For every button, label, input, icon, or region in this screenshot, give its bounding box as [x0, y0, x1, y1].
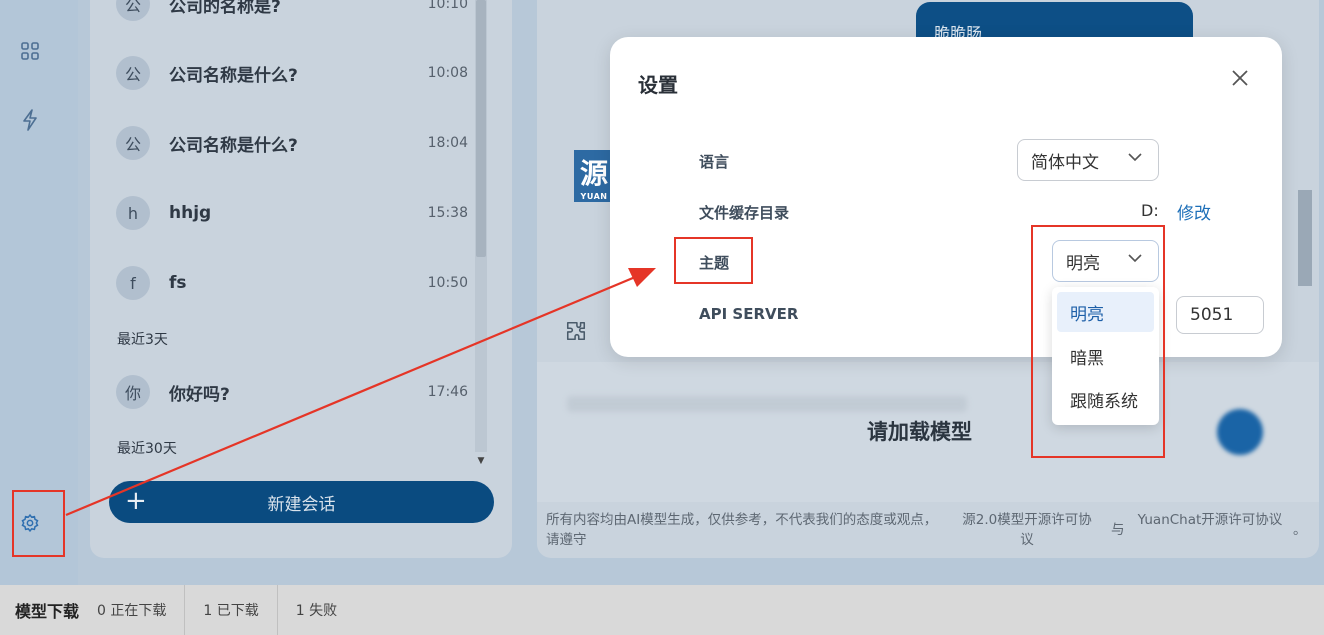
conversation-time: 10:50: [427, 275, 468, 291]
conversation-list-panel: 公 公司的名称是? 10:10 公 公司名称是什么? 10:08 公 公司名称是…: [90, 0, 512, 558]
language-label: 语言: [699, 153, 730, 171]
list-item[interactable]: 公 公司名称是什么? 10:08: [116, 53, 468, 93]
footer-and: 与: [1111, 522, 1125, 538]
conversation-title: 公司名称是什么?: [169, 65, 298, 86]
download-status-bar: 模型下载 0 正在下载 1 已下载 1 失败: [0, 585, 1324, 635]
group-label-recent-30-days: 最近30天: [117, 441, 177, 457]
conversation-time: 15:38: [427, 205, 468, 221]
avatar: f: [116, 266, 150, 300]
failed-count[interactable]: 1 失败: [276, 585, 355, 635]
conversation-title: 公司的名称是?: [169, 0, 281, 17]
annotation-box-theme-dropdown: [1031, 225, 1165, 458]
group-label-recent-3-days: 最近3天: [117, 332, 168, 348]
yuan-logo: 源 YUAN: [574, 150, 614, 202]
plus-icon: +: [125, 486, 147, 516]
avatar: 公: [116, 56, 150, 90]
list-item[interactable]: h hhjg 15:38: [116, 193, 468, 233]
downloading-count[interactable]: 0 正在下载: [97, 585, 184, 635]
close-icon[interactable]: [1228, 67, 1252, 91]
avatar: 你: [116, 375, 150, 409]
logo-char: 源: [579, 156, 608, 190]
annotation-box-settings: [12, 490, 65, 557]
list-item[interactable]: 公 公司的名称是? 10:10: [116, 0, 468, 24]
language-select[interactable]: 简体中文: [1017, 139, 1159, 181]
logo-sub: YUAN: [580, 191, 608, 201]
cache-dir-value: D:: [1141, 201, 1159, 220]
modify-cache-dir-link[interactable]: 修改: [1177, 199, 1211, 224]
avatar: 公: [116, 126, 150, 160]
annotation-box-theme-label: [674, 237, 753, 284]
input-placeholder-blur: [567, 396, 967, 412]
downloaded-count[interactable]: 1 已下载: [184, 585, 276, 635]
conversation-time: 10:10: [427, 0, 468, 12]
settings-dialog: 设置 语言 简体中文 文件缓存目录 D: 修改 主题 明亮 API SERVER…: [610, 37, 1282, 357]
new-chat-button[interactable]: + 新建会话: [109, 481, 494, 523]
conversation-title: 你好吗?: [169, 384, 230, 405]
footer-disclaimer: 所有内容均由AI模型生成，仅供参考，不代表我们的态度或观点，请遵守: [546, 512, 938, 548]
conversation-time: 18:04: [427, 135, 468, 151]
cache-dir-label: 文件缓存目录: [699, 204, 790, 222]
list-item[interactable]: f fs 10:50: [116, 263, 468, 303]
conversation-time: 17:46: [427, 384, 468, 400]
avatar: h: [116, 196, 150, 230]
list-item[interactable]: 你 你好吗? 17:46: [116, 372, 468, 412]
lightning-icon[interactable]: [18, 108, 42, 132]
api-server-port-input[interactable]: 5051: [1176, 296, 1264, 334]
scroll-down-arrow-icon[interactable]: ▼: [476, 456, 486, 466]
apps-grid-icon[interactable]: [18, 39, 42, 63]
new-chat-label: 新建会话: [267, 494, 336, 515]
send-button[interactable]: [1217, 409, 1263, 455]
conversation-title: hhjg: [169, 203, 212, 223]
license-link-yuanchat[interactable]: YuanChat开源许可协议: [1137, 510, 1283, 530]
chevron-down-icon: [1128, 153, 1142, 162]
model-download-title[interactable]: 模型下载: [15, 598, 79, 622]
scrollbar-thumb[interactable]: [476, 0, 486, 257]
language-value: 简体中文: [1031, 152, 1099, 173]
api-server-label: API SERVER: [699, 305, 799, 323]
conversation-title: fs: [169, 273, 187, 293]
plugin-icon[interactable]: [565, 320, 587, 347]
conversation-time: 10:08: [427, 65, 468, 81]
license-link-yuan2[interactable]: 源2.0模型开源许可协议: [962, 510, 1092, 550]
conversation-title: 公司名称是什么?: [169, 135, 298, 156]
load-model-prompt: 请加载模型: [867, 420, 972, 444]
list-item[interactable]: 公 公司名称是什么? 18:04: [116, 123, 468, 163]
avatar: 公: [116, 0, 150, 21]
chat-scrollbar-thumb[interactable]: [1298, 190, 1312, 286]
dialog-title: 设置: [638, 73, 678, 97]
footer-dot: 。: [1293, 522, 1307, 538]
